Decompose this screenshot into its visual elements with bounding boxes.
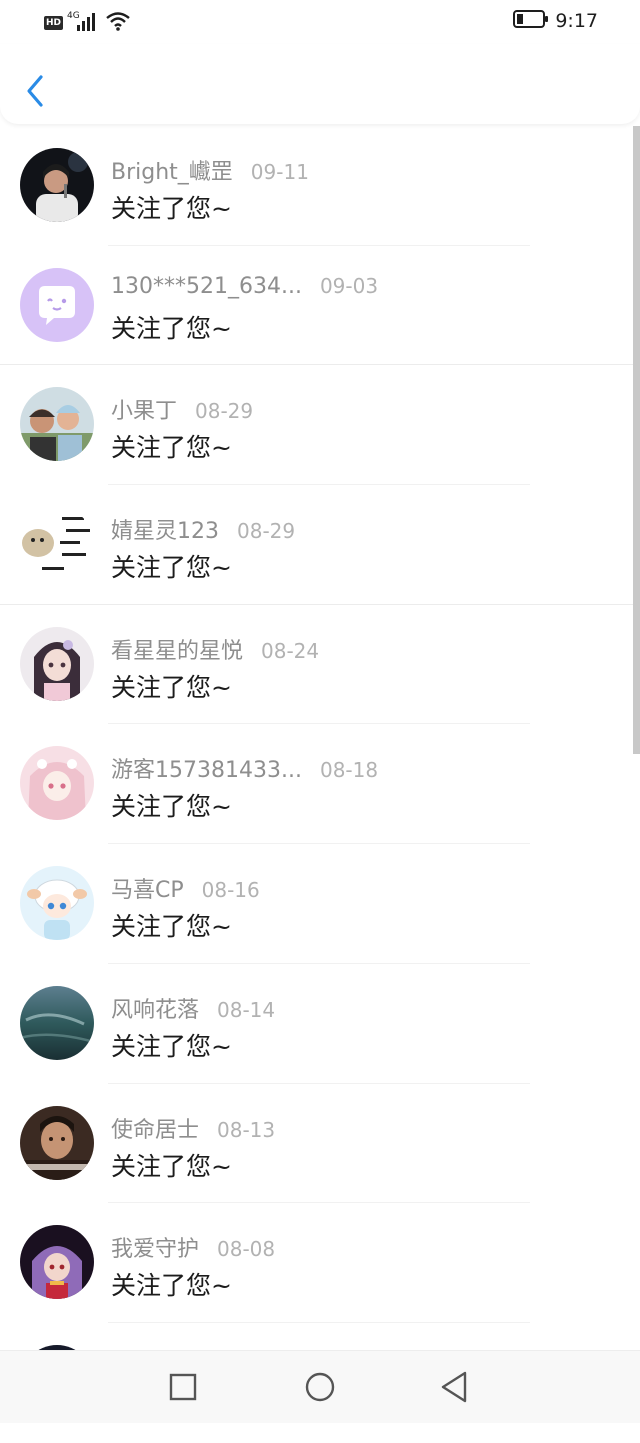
avatar[interactable] <box>20 507 94 582</box>
list-item[interactable]: 130***521_634... 09-03 关注了您~ <box>0 246 640 366</box>
list-item[interactable]: Bright_巇罡 09-11 关注了您~ <box>0 126 640 246</box>
follow-message: 关注了您~ <box>111 194 232 223</box>
name-line: 游客157381433... 08-18 <box>111 752 378 784</box>
follow-date: 08-24 <box>261 638 320 663</box>
follow-date: 08-13 <box>217 1117 276 1142</box>
avatar[interactable] <box>20 866 94 941</box>
name-line: 看星星的星悦 08-24 <box>111 633 319 665</box>
follow-message: 关注了您~ <box>111 433 232 463</box>
follow-date: 08-18 <box>319 758 379 783</box>
list-item[interactable]: 使命居士 08-13 关注了您~ <box>0 1084 640 1204</box>
follow-message: 关注了您~ <box>111 912 232 942</box>
follow-date: 09-11 <box>250 160 309 184</box>
follow-message: 关注了您~ <box>111 1151 232 1181</box>
follow-date: 08-29 <box>237 519 296 544</box>
chevron-left-icon <box>27 75 43 107</box>
follow-message: 关注了您~ <box>111 792 232 822</box>
status-right: 9:17 <box>513 8 598 34</box>
follower-name[interactable]: 看星星的星悦 <box>111 633 243 665</box>
avatar[interactable] <box>20 1105 94 1180</box>
follower-name[interactable]: 使命居士 <box>111 1112 199 1144</box>
recent-apps-button[interactable] <box>165 1369 201 1405</box>
follower-name[interactable]: 婧星灵123 <box>111 513 219 545</box>
list-item[interactable]: 风响花落 08-14 关注了您~ <box>0 964 640 1084</box>
follow-date: 08-29 <box>195 399 254 424</box>
follow-message: 关注了您~ <box>111 672 232 702</box>
follow-date: 08-14 <box>217 997 276 1022</box>
clock: 9:17 <box>555 10 598 32</box>
status-bar: HD 4G 9:17 <box>0 0 640 44</box>
avatar[interactable] <box>20 985 94 1060</box>
follow-date: 08-08 <box>217 1237 276 1262</box>
name-line: 小果丁 08-29 <box>111 393 253 425</box>
list-item[interactable]: 看星星的星悦 08-24 关注了您~ <box>0 605 640 725</box>
follow-message: 关注了您~ <box>111 313 232 343</box>
top-bar <box>0 44 640 124</box>
name-line: Bright_巇罡 09-11 <box>111 154 309 186</box>
name-line: 我爱守护 08-08 <box>111 1231 275 1263</box>
status-left: HD 4G <box>44 9 131 37</box>
follower-name[interactable]: 游客157381433... <box>111 752 302 784</box>
avatar[interactable] <box>20 746 94 821</box>
system-nav-bar <box>0 1350 640 1423</box>
name-line: 风响花落 08-14 <box>111 992 275 1024</box>
list-item[interactable]: 婧星灵123 08-29 关注了您~ <box>0 485 640 605</box>
avatar[interactable] <box>20 1225 94 1300</box>
wifi-icon <box>105 10 131 36</box>
follow-message: 关注了您~ <box>111 1271 232 1301</box>
avatar[interactable] <box>20 387 94 462</box>
network-type: 4G <box>67 11 80 21</box>
scrollbar[interactable] <box>633 126 640 754</box>
follower-name[interactable]: Bright_巇罡 <box>111 154 233 186</box>
back-triangle-icon <box>441 1371 467 1403</box>
follower-name[interactable]: 马喜CP <box>111 872 184 904</box>
back-button[interactable] <box>18 70 52 112</box>
name-line: 130***521_634... 09-03 <box>111 274 378 299</box>
list-item[interactable]: 马喜CP 08-16 关注了您~ <box>0 844 640 964</box>
follow-message: 关注了您~ <box>111 1031 232 1061</box>
follower-name[interactable]: 风响花落 <box>111 992 199 1024</box>
hd-badge: HD <box>44 16 64 30</box>
home-button[interactable] <box>302 1369 338 1405</box>
follower-name[interactable]: 小果丁 <box>111 393 177 425</box>
list-item[interactable]: 小果丁 08-29 关注了您~ <box>0 365 640 485</box>
follower-name[interactable]: 我爱守护 <box>111 1231 199 1263</box>
recent-apps-icon <box>169 1373 197 1401</box>
follower-name[interactable]: 130***521_634... <box>111 274 302 299</box>
follow-message: 关注了您~ <box>111 553 232 583</box>
name-line: 马喜CP 08-16 <box>111 872 260 904</box>
home-icon <box>305 1372 335 1402</box>
follow-date: 08-16 <box>201 878 260 903</box>
name-line: 婧星灵123 08-29 <box>111 513 295 545</box>
avatar[interactable] <box>20 267 94 342</box>
follow-date: 09-03 <box>319 273 379 298</box>
avatar[interactable] <box>20 148 94 222</box>
signal-icon: 4G <box>67 9 101 37</box>
avatar[interactable] <box>20 626 94 701</box>
name-line: 使命居士 08-13 <box>111 1112 275 1144</box>
back-nav-button[interactable] <box>437 1369 473 1405</box>
list-item[interactable]: 游客157381433... 08-18 关注了您~ <box>0 724 640 844</box>
battery-icon <box>513 9 549 33</box>
follower-list: Bright_巇罡 09-11 关注了您~ 130***521_634... 0… <box>0 126 640 1443</box>
list-item[interactable]: 我爱守护 08-08 关注了您~ <box>0 1203 640 1323</box>
